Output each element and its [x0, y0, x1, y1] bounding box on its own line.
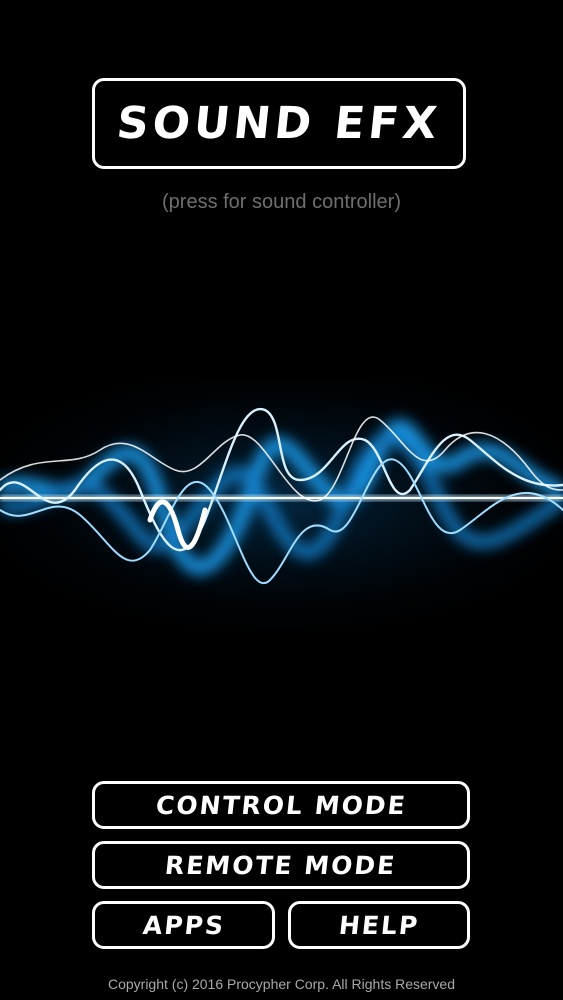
help-label: HELP: [337, 910, 421, 940]
copyright-text: Copyright (c) 2016 Procypher Corp. All R…: [107, 976, 456, 992]
control-mode-label: CONTROL MODE: [154, 790, 408, 820]
app-screen: SOUND EFX (press for sound controller) C…: [0, 0, 563, 1000]
control-mode-button[interactable]: CONTROL MODE: [92, 781, 470, 829]
sound-wave-graphic: [0, 380, 563, 630]
remote-mode-button[interactable]: REMOTE MODE: [92, 841, 470, 889]
sound-efx-label: SOUND EFX: [114, 98, 444, 149]
sound-efx-button[interactable]: SOUND EFX: [92, 78, 466, 169]
help-button[interactable]: HELP: [288, 901, 470, 949]
remote-mode-label: REMOTE MODE: [163, 850, 399, 880]
apps-button[interactable]: APPS: [92, 901, 275, 949]
subtitle-text: (press for sound controller): [162, 191, 401, 213]
apps-label: APPS: [140, 910, 227, 940]
